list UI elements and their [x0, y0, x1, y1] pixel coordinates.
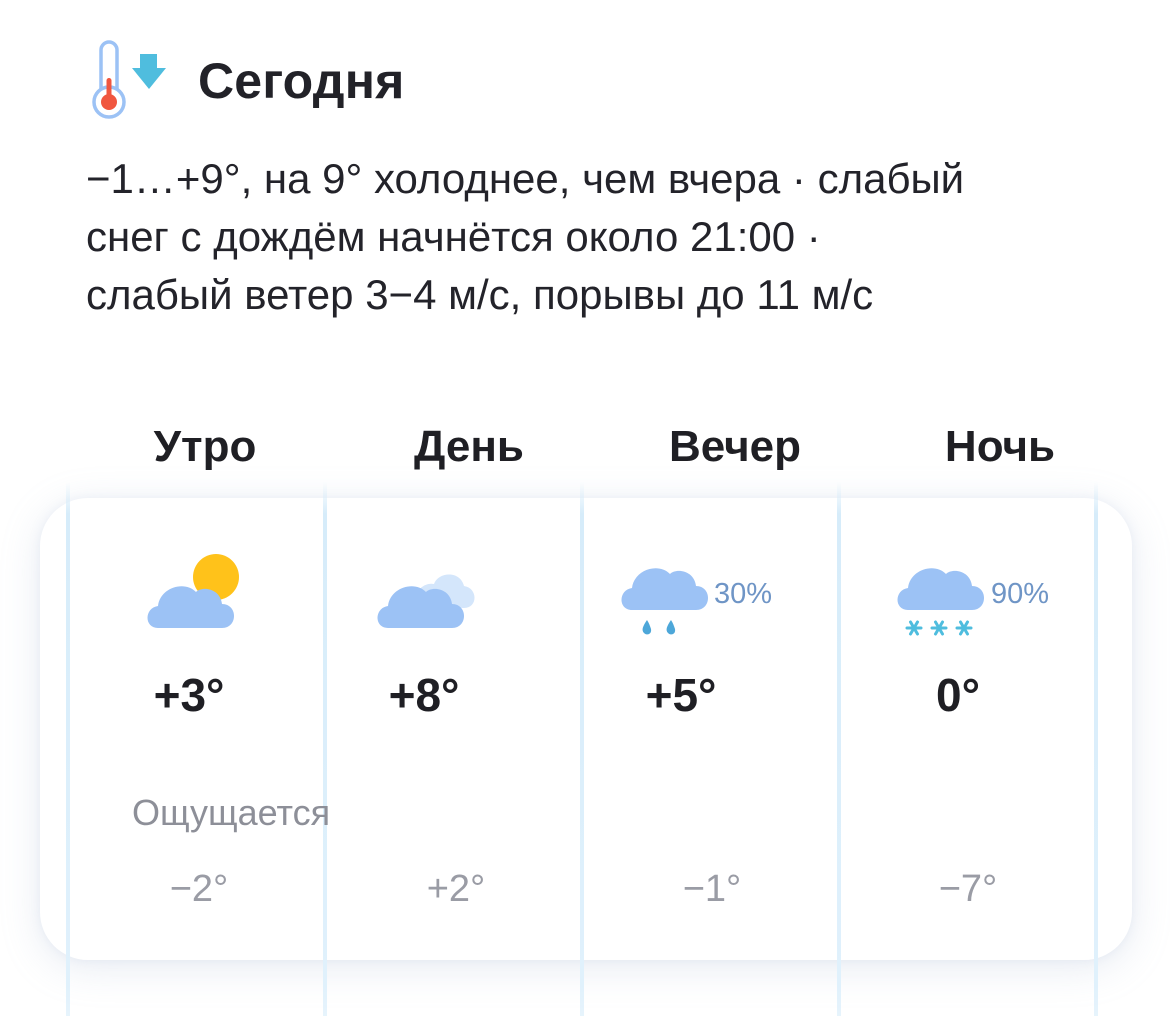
temp-evening: +5°	[645, 669, 717, 721]
period-label-night: Ночь	[944, 422, 1056, 471]
summary-line: снег с дождём начнётся около 21:00 ·	[86, 213, 821, 260]
period-label-morning: Утро	[153, 422, 257, 471]
today-title: Сегодня	[198, 53, 405, 109]
column-separator	[837, 482, 841, 1016]
column-separator	[1094, 482, 1098, 1016]
today-summary: −1…+9°, на 9° холоднее, чем вчера · слаб…	[86, 150, 1086, 324]
temp-morning: +3°	[153, 669, 225, 721]
feels-day: +2°	[426, 868, 486, 910]
cloud-snow-icon	[890, 548, 1000, 648]
column-separator	[580, 482, 584, 1016]
cloud-sun-icon	[142, 548, 252, 648]
cloud-rain-icon	[614, 548, 724, 648]
column-separator	[66, 482, 70, 1016]
weather-today-page: Сегодня −1…+9°, на 9° холоднее, чем вчер…	[0, 0, 1170, 1016]
feels-night: −7°	[938, 868, 998, 910]
temp-day: +8°	[388, 669, 460, 721]
thermometer-down-icon	[86, 38, 182, 124]
temp-night: 0°	[936, 669, 980, 721]
feels-like-label: Ощущается	[132, 792, 331, 833]
today-header: Сегодня	[86, 38, 404, 124]
precip-probability-night: 90%	[991, 578, 1050, 610]
precip-probability-evening: 30%	[714, 578, 773, 610]
cloud-cloud-icon	[372, 548, 482, 648]
period-label-day: День	[414, 422, 524, 471]
summary-line: слабый ветер 3−4 м/с, порывы до 11 м/с	[86, 271, 874, 318]
feels-evening: −1°	[682, 868, 742, 910]
summary-line: −1…+9°, на 9° холоднее, чем вчера · слаб…	[86, 155, 965, 202]
period-label-evening: Вечер	[668, 422, 802, 471]
column-separator	[323, 482, 327, 1016]
feels-morning: −2°	[169, 868, 229, 910]
